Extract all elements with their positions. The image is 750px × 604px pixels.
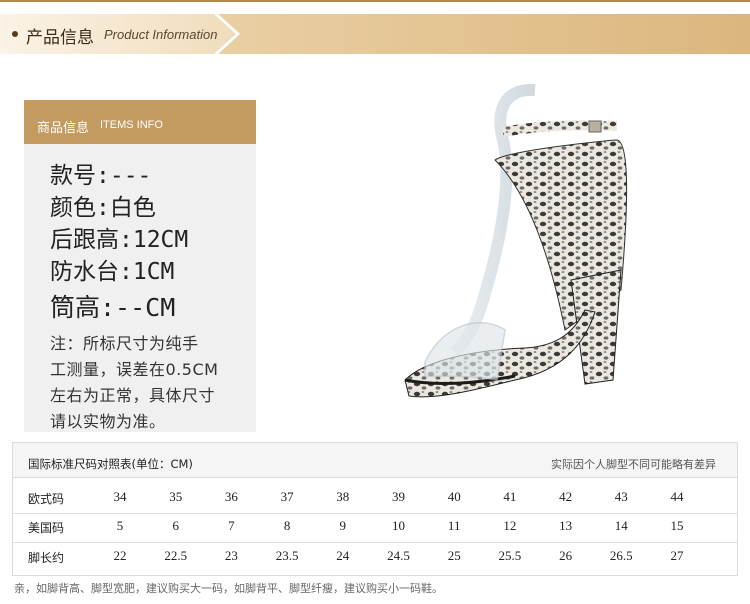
banner-top-rule bbox=[0, 0, 750, 2]
size-chart-title: 国际标准尺码对照表(单位：CM) bbox=[28, 457, 193, 471]
spec-heel-height: 后跟高:12CM bbox=[50, 227, 189, 253]
size-cell: 39 bbox=[392, 489, 405, 504]
note-line: 注：所标尺寸为纯手 bbox=[50, 334, 199, 353]
size-cell: 25.5 bbox=[498, 548, 522, 563]
row-divider bbox=[12, 513, 738, 514]
size-row-label: 美国码 bbox=[28, 521, 65, 535]
size-cell: 22.5 bbox=[164, 548, 188, 563]
note-line: 请以实物为准。 bbox=[50, 412, 166, 431]
size-cell: 15 bbox=[670, 518, 684, 533]
size-cell: 7 bbox=[228, 518, 235, 533]
size-cell: 22 bbox=[113, 548, 127, 563]
banner-title-cn: 产品信息 bbox=[26, 28, 94, 48]
size-cell: 37 bbox=[280, 489, 294, 504]
info-header-cn: 商品信息 bbox=[37, 121, 90, 136]
size-cell: 34 bbox=[113, 489, 127, 504]
size-cell: 26 bbox=[559, 548, 573, 563]
size-cell: 43 bbox=[614, 489, 628, 504]
size-cell: 5 bbox=[116, 518, 124, 533]
size-cell: 11 bbox=[447, 518, 461, 533]
size-cell: 10 bbox=[392, 518, 405, 533]
size-chart-hint: 实际因个人脚型不同可能略有差异 bbox=[551, 458, 716, 471]
size-cell: 35 bbox=[169, 489, 183, 504]
note-line: 工测量，误差在0.5CM bbox=[50, 360, 219, 379]
banner-title-en: Product Information bbox=[104, 27, 218, 42]
size-cell: 6 bbox=[172, 518, 179, 533]
size-row-label: 欧式码 bbox=[28, 492, 65, 506]
product-image bbox=[404, 83, 628, 398]
size-cell: 24.5 bbox=[387, 548, 410, 563]
size-cell: 14 bbox=[614, 518, 628, 533]
size-row-label: 脚长约 bbox=[28, 551, 65, 565]
size-cell: 9 bbox=[339, 518, 347, 533]
size-cell: 40 bbox=[447, 489, 461, 504]
size-cell: 8 bbox=[283, 518, 291, 533]
row-divider bbox=[12, 542, 738, 543]
spec-color: 颜色:白色 bbox=[50, 195, 156, 221]
size-cell: 27 bbox=[670, 548, 684, 563]
size-cell: 38 bbox=[336, 489, 350, 504]
size-cell: 24 bbox=[336, 548, 350, 563]
size-cell: 23 bbox=[224, 548, 238, 563]
size-cell: 12 bbox=[503, 518, 517, 533]
spec-style-number: 款号:--- bbox=[50, 163, 152, 189]
size-cell: 25 bbox=[447, 548, 461, 563]
size-cell: 42 bbox=[559, 489, 573, 504]
size-cell: 13 bbox=[559, 518, 573, 533]
note-line: 左右为正常，具体尺寸 bbox=[50, 386, 216, 405]
spec-platform: 防水台:1CM bbox=[50, 259, 175, 285]
bullet-icon bbox=[12, 31, 18, 37]
size-cell: 26.5 bbox=[609, 548, 633, 563]
size-cell: 23.5 bbox=[275, 548, 299, 563]
size-cell: 36 bbox=[224, 489, 238, 504]
info-header-en: ITEMS INFO bbox=[100, 119, 163, 131]
size-cell: 41 bbox=[503, 489, 517, 504]
spec-shaft-height: 筒高:--CM bbox=[50, 293, 176, 322]
footnote: 亲，如脚背高、脚型宽肥，建议购买大一码，如脚背平、脚型纤瘦，建议购买小一码鞋。 bbox=[14, 582, 443, 595]
size-cell: 44 bbox=[670, 489, 684, 504]
